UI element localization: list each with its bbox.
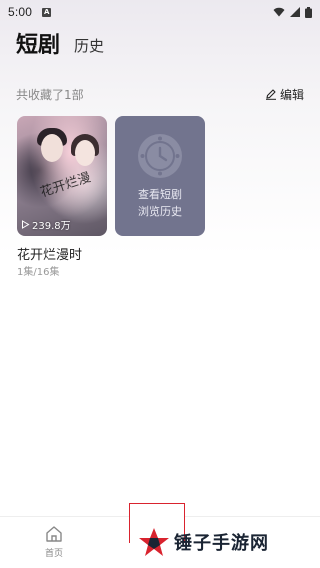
history-card-text: 查看短剧 浏览历史 [138, 186, 182, 220]
status-bar: 5:00 A [0, 0, 320, 24]
nav-home-label: 首页 [44, 549, 63, 559]
status-time: 5:00 [8, 5, 33, 19]
top-tabs: 短剧 历史 [16, 32, 104, 60]
pencil-icon [265, 89, 276, 100]
signal-icon [290, 7, 300, 17]
poster-title-art: 花开烂漫 [38, 170, 93, 201]
status-indicators [273, 6, 312, 18]
collection-header: 共收藏了1部 编辑 [16, 84, 304, 104]
edit-button[interactable]: 编辑 [265, 86, 304, 103]
drama-poster-card[interactable]: 花开烂漫 239.8万 [17, 116, 107, 236]
view-count-text: 239.8万 [32, 221, 71, 232]
home-icon [46, 526, 62, 542]
tab-history[interactable]: 历史 [74, 34, 104, 60]
poster-view-count: 239.8万 [21, 217, 71, 232]
poster-figure-male-face [41, 134, 63, 162]
watermark: 锤子手游网 [138, 526, 269, 558]
notification-icon: A [42, 7, 52, 17]
notification-badge-letter: A [43, 7, 50, 16]
collection-count: 共收藏了1部 [16, 87, 84, 102]
poster-figure-female-face [75, 140, 95, 166]
tab-short-drama[interactable]: 短剧 [16, 32, 60, 60]
clock-icon [138, 134, 182, 178]
history-card-line1: 查看短剧 [138, 188, 182, 201]
edit-label: 编辑 [279, 87, 304, 102]
drama-title[interactable]: 花开烂漫时 [17, 244, 82, 263]
wifi-icon [273, 7, 285, 17]
nav-home[interactable]: 首页 [40, 524, 68, 559]
star-logo-icon [139, 528, 169, 556]
history-card-line2: 浏览历史 [138, 205, 182, 218]
battery-icon [305, 6, 312, 18]
drama-episodes: 1集/16集 [17, 267, 60, 278]
play-icon [22, 220, 30, 229]
watermark-text: 锤子手游网 [174, 533, 269, 554]
history-card[interactable]: 查看短剧 浏览历史 [115, 116, 205, 236]
